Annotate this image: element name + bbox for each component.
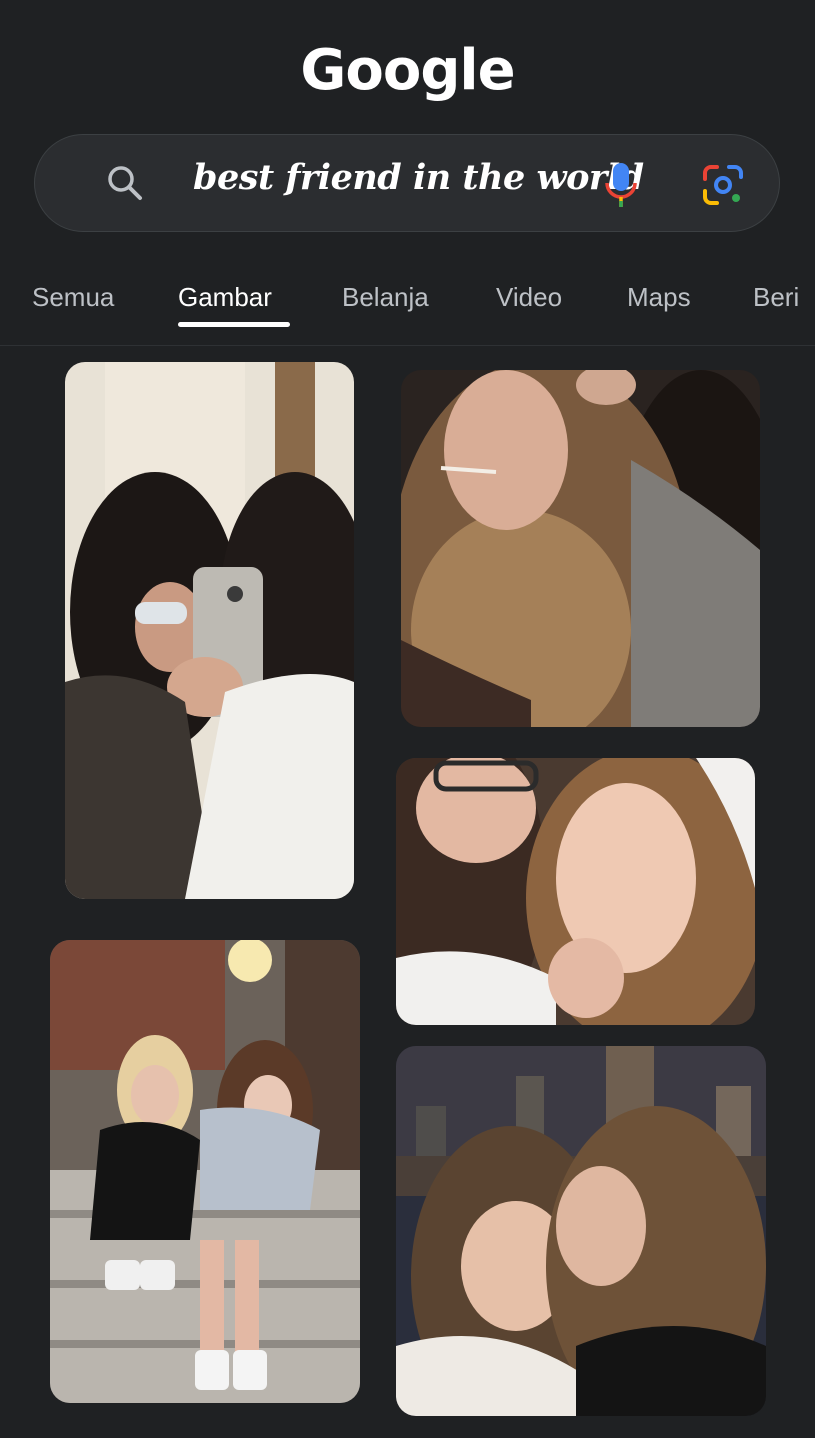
image-result-5[interactable] <box>396 1046 766 1416</box>
result-photo <box>396 1046 766 1416</box>
image-result-2[interactable] <box>401 370 760 727</box>
search-bar[interactable]: best friend in the world <box>34 134 780 232</box>
tab-belanja[interactable]: Belanja <box>342 282 429 313</box>
tab-video[interactable]: Video <box>496 282 562 313</box>
tab-gambar[interactable]: Gambar <box>178 282 272 313</box>
search-tabs: Semua Gambar Belanja Video Maps Beri <box>0 262 815 342</box>
tab-semua[interactable]: Semua <box>32 282 114 313</box>
active-tab-indicator <box>178 322 290 327</box>
google-logo[interactable]: Google <box>0 38 815 103</box>
result-photo <box>65 362 354 899</box>
result-photo <box>401 370 760 727</box>
search-icon[interactable] <box>105 163 145 203</box>
search-query[interactable]: best friend in the world <box>193 157 644 198</box>
tab-berita[interactable]: Beri <box>753 282 799 313</box>
image-result-3[interactable] <box>396 758 755 1025</box>
image-result-4[interactable] <box>50 940 360 1403</box>
mic-icon[interactable] <box>601 161 641 209</box>
divider <box>0 345 815 346</box>
image-result-1[interactable] <box>65 362 354 899</box>
result-photo <box>50 940 360 1403</box>
lens-icon[interactable] <box>701 163 745 207</box>
tab-maps[interactable]: Maps <box>627 282 691 313</box>
result-photo <box>396 758 755 1025</box>
